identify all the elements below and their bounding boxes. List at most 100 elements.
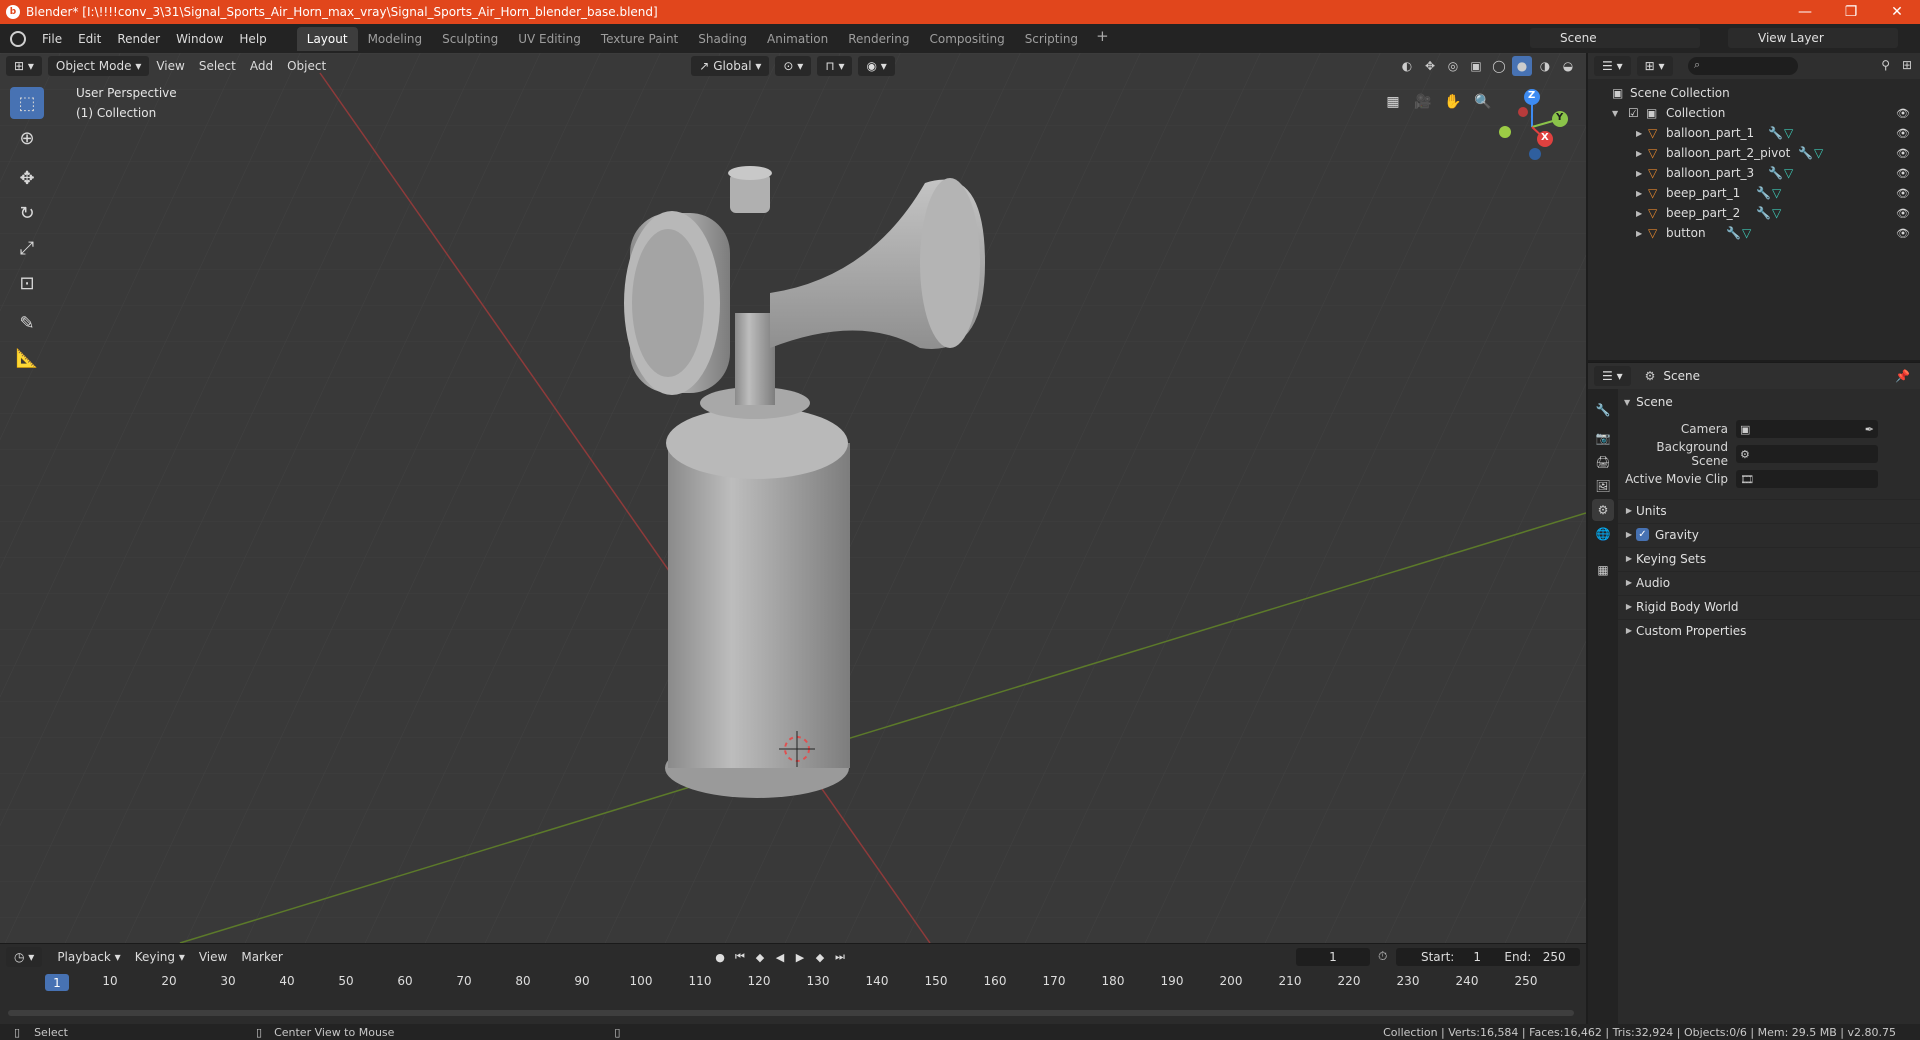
camera-view-icon[interactable]: 🎥	[1410, 89, 1436, 115]
viewport-menu-select[interactable]: Select	[192, 59, 243, 73]
modifier-wrench-icon[interactable]: 🔧	[1756, 186, 1771, 200]
snap-icon[interactable]: ⊓ ▾	[817, 56, 853, 76]
current-frame-indicator[interactable]: 1	[45, 974, 69, 991]
jump-start-icon[interactable]: ⏮	[732, 949, 748, 965]
end-frame-field[interactable]: End: 250	[1490, 948, 1580, 966]
object-mode-dropdown[interactable]: Object Mode ▾	[47, 56, 150, 76]
tab-rendering[interactable]: Rendering	[838, 27, 919, 51]
custom-properties-panel[interactable]: ▶ Custom Properties	[1618, 619, 1920, 641]
scene-panel-header[interactable]: ▼ Scene	[1624, 391, 1673, 413]
view-layer-selector[interactable]: View Layer	[1728, 28, 1898, 48]
proportional-edit-icon[interactable]: ◉ ▾	[858, 56, 895, 76]
units-panel[interactable]: ▶ Units	[1618, 499, 1920, 521]
tab-compositing[interactable]: Compositing	[919, 27, 1014, 51]
background-scene-field[interactable]: ⚙	[1736, 445, 1878, 463]
eyedropper-icon[interactable]: ✒	[1865, 423, 1874, 436]
timeline-menu-keying[interactable]: Keying ▾	[128, 950, 192, 964]
viewport-menu-view[interactable]: View	[149, 59, 191, 73]
outliner-search-input[interactable]: ⌕	[1688, 57, 1798, 75]
outliner-object-row[interactable]: ▶ ▽ balloon_part_2_pivot 🔧 ▽ 👁	[1588, 143, 1920, 163]
solid-shading-icon[interactable]: ●	[1512, 56, 1532, 76]
toggle-ortho-icon[interactable]: ▦	[1380, 89, 1406, 115]
outliner-object-row[interactable]: ▶ ▽ balloon_part_3 🔧 ▽ 👁	[1588, 163, 1920, 183]
outliner-scene-collection[interactable]: ▣ Scene Collection	[1588, 83, 1920, 103]
modifier-wrench-icon[interactable]: 🔧	[1768, 126, 1783, 140]
record-icon[interactable]: ●	[712, 949, 728, 965]
eye-icon[interactable]: 👁	[1896, 107, 1910, 120]
blender-menu-icon[interactable]	[10, 30, 26, 47]
menu-window[interactable]: Window	[168, 32, 231, 46]
mesh-data-icon[interactable]: ▽	[1784, 166, 1793, 180]
mesh-data-icon[interactable]: ▽	[1814, 146, 1823, 160]
xray-icon[interactable]: ▣	[1466, 56, 1486, 76]
timeline-editor-type-button[interactable]: ◷ ▾	[6, 947, 43, 967]
mesh-data-icon[interactable]: ▽	[1772, 186, 1781, 200]
menu-help[interactable]: Help	[231, 32, 274, 46]
tab-sculpting[interactable]: Sculpting	[432, 27, 508, 51]
active-movie-clip-field[interactable]: 🎞	[1736, 470, 1878, 488]
modifier-wrench-icon[interactable]: 🔧	[1798, 146, 1813, 160]
current-frame-field[interactable]: 1	[1296, 948, 1370, 966]
eye-icon[interactable]: 👁	[1896, 167, 1910, 180]
next-keyframe-icon[interactable]: ◆	[812, 949, 828, 965]
modifier-wrench-icon[interactable]: 🔧	[1756, 206, 1771, 220]
new-collection-icon[interactable]: ⊞	[1902, 58, 1912, 72]
3d-viewport[interactable]: Z Y X ⊞ ▾ Object Mode ▾ View Select Add …	[0, 53, 1586, 943]
keying-sets-panel[interactable]: ▶ Keying Sets	[1618, 547, 1920, 569]
checkbox-icon[interactable]: ☑	[1628, 106, 1639, 120]
scene-selector[interactable]: Scene	[1530, 28, 1700, 48]
transform-tool-icon[interactable]: ⊡	[10, 267, 44, 299]
render-tab-icon[interactable]: 📷	[1592, 427, 1614, 449]
cursor-tool-icon[interactable]: ⊕	[10, 122, 44, 154]
gizmo-toggle-icon[interactable]: ✥	[1420, 56, 1440, 76]
expand-triangle-icon[interactable]: ▶	[1636, 129, 1642, 138]
expand-triangle-icon[interactable]: ▶	[1636, 209, 1642, 218]
texture-tab-icon[interactable]: ▦	[1592, 559, 1614, 581]
outliner-collection[interactable]: ▼ ☑ ▣ Collection 👁	[1588, 103, 1920, 123]
pan-view-hand-icon[interactable]: ✋	[1440, 89, 1466, 115]
tab-modeling[interactable]: Modeling	[358, 27, 433, 51]
outliner-editor-type-button[interactable]: ☰ ▾	[1594, 56, 1631, 76]
jump-end-icon[interactable]: ⏭	[832, 949, 848, 965]
measure-tool-icon[interactable]: 📐	[10, 342, 44, 374]
expand-triangle-icon[interactable]: ▶	[1636, 189, 1642, 198]
viewport-menu-object[interactable]: Object	[280, 59, 333, 73]
overlay-toggle-icon[interactable]: ◎	[1443, 56, 1463, 76]
outliner-object-row[interactable]: ▶ ▽ beep_part_1 🔧 ▽ 👁	[1588, 183, 1920, 203]
wireframe-shading-icon[interactable]: ◯	[1489, 56, 1509, 76]
transform-orientation-dropdown[interactable]: ↗ Global ▾	[691, 56, 770, 76]
expand-triangle-icon[interactable]: ▼	[1612, 109, 1618, 118]
timeline-menu-playback[interactable]: Playback ▾	[50, 950, 127, 964]
zoom-view-icon[interactable]: 🔍	[1470, 89, 1496, 115]
world-tab-icon[interactable]: 🌐	[1592, 523, 1614, 545]
menu-file[interactable]: File	[34, 32, 70, 46]
annotate-tool-icon[interactable]: ✎	[10, 307, 44, 339]
eye-icon[interactable]: 👁	[1896, 227, 1910, 240]
viewport-menu-add[interactable]: Add	[243, 59, 280, 73]
frame-ruler[interactable]: 1 10 20 30 40 50 60 70 80 90 100 110 120…	[0, 972, 1586, 992]
timeline-menu-marker[interactable]: Marker	[234, 950, 289, 964]
modifier-wrench-icon[interactable]: 🔧	[1726, 226, 1741, 240]
tab-texture-paint[interactable]: Texture Paint	[591, 27, 688, 51]
gravity-panel[interactable]: ▶ ✓ Gravity	[1618, 523, 1920, 545]
editor-type-button[interactable]: ⊞ ▾	[6, 56, 42, 76]
display-mode-dropdown[interactable]: ⊞ ▾	[1636, 56, 1673, 76]
play-icon[interactable]: ▶	[792, 949, 808, 965]
eye-icon[interactable]: 👁	[1896, 147, 1910, 160]
play-reverse-icon[interactable]: ◀	[772, 949, 788, 965]
audio-panel[interactable]: ▶ Audio	[1618, 571, 1920, 593]
menu-edit[interactable]: Edit	[70, 32, 109, 46]
expand-triangle-icon[interactable]: ▶	[1636, 149, 1642, 158]
timeline-scrollbar[interactable]	[8, 1010, 1574, 1016]
pin-icon[interactable]: 📌	[1895, 369, 1910, 383]
scale-tool-icon[interactable]: ⤢	[10, 232, 44, 264]
move-tool-icon[interactable]: ✥	[10, 162, 44, 194]
mesh-data-icon[interactable]: ▽	[1742, 226, 1751, 240]
material-shading-icon[interactable]: ◑	[1535, 56, 1555, 76]
prev-keyframe-icon[interactable]: ◆	[752, 949, 768, 965]
tool-tab-icon[interactable]: 🔧	[1592, 399, 1614, 421]
mesh-data-icon[interactable]: ▽	[1784, 126, 1793, 140]
select-box-tool-icon[interactable]: ⬚	[10, 87, 44, 119]
tab-uv-editing[interactable]: UV Editing	[508, 27, 591, 51]
menu-render[interactable]: Render	[109, 32, 168, 46]
